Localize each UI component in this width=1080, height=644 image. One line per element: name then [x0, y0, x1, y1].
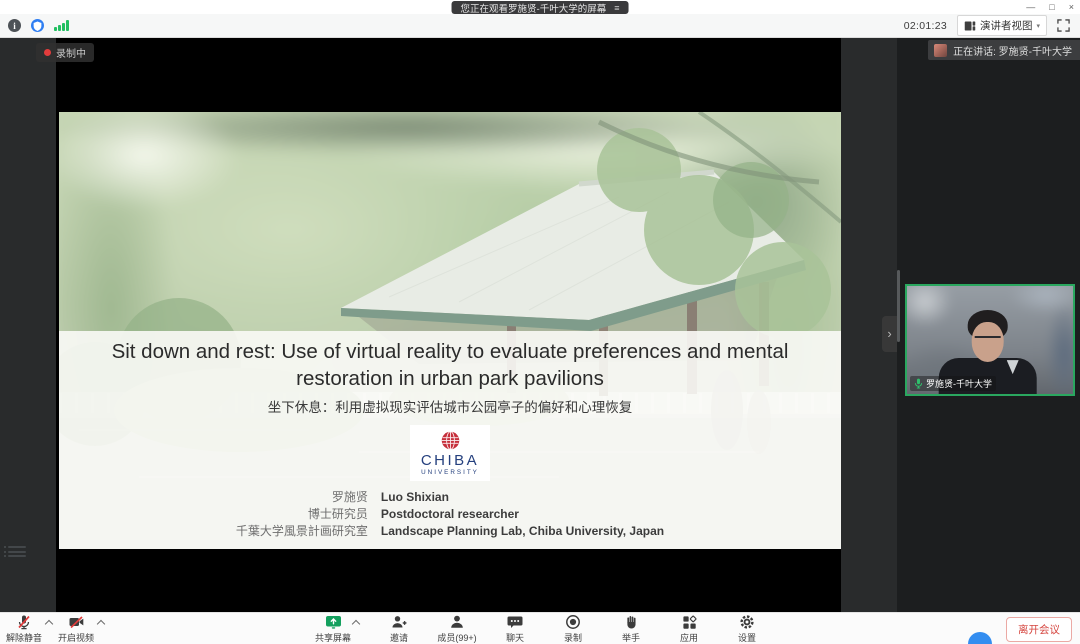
topbar-right: 02:01:23 演讲者视图 ▾	[904, 15, 1080, 36]
meeting-info-icon[interactable]: i	[8, 19, 21, 32]
watching-notice-pill[interactable]: 您正在观看罗施贤-千叶大学的屏幕 ≡	[452, 1, 629, 14]
invite-button[interactable]: 邀请	[379, 613, 419, 644]
view-mode-label: 演讲者视图	[980, 18, 1033, 33]
presenter-block: 罗施贤 博士研究员 千葉大学風景計画研究室 Luo Shixian Postdo…	[236, 489, 664, 540]
meeting-window: 您正在观看罗施贤-千叶大学的屏幕 ≡ — □ × i 02:01:23 演讲者视…	[0, 0, 1080, 644]
record-label: 录制	[564, 631, 582, 644]
window-controls: — □ ×	[1026, 0, 1074, 14]
presenter-lab-zh: 千葉大学風景計画研究室	[236, 523, 368, 540]
chevron-down-icon: ▾	[1036, 22, 1040, 30]
toolbar-center-group: 共享屏幕 邀请	[0, 613, 1080, 644]
maximize-button[interactable]: □	[1049, 0, 1054, 14]
settings-label: 设置	[738, 631, 756, 644]
share-screen-button[interactable]: 共享屏幕	[313, 613, 353, 644]
chat-icon	[507, 614, 523, 630]
presentation-slide: Sit down and rest: Use of virtual realit…	[59, 112, 841, 549]
chat-button[interactable]: 聊天	[495, 613, 535, 644]
close-button[interactable]: ×	[1069, 0, 1074, 14]
network-signal-icon[interactable]	[54, 20, 69, 31]
shared-screen: Sit down and rest: Use of virtual realit…	[56, 38, 841, 612]
meeting-topbar: i 02:01:23 演讲者视图 ▾	[0, 14, 1080, 38]
now-speaking-banner: 正在讲话: 罗施贤-千叶大学	[928, 40, 1080, 60]
now-speaking-label: 正在讲话: 罗施贤-千叶大学	[953, 43, 1072, 58]
slide-caption-panel: Sit down and rest: Use of virtual realit…	[59, 331, 841, 549]
presenter-name-en: Luo Shixian	[381, 489, 664, 506]
mic-active-icon	[914, 378, 923, 389]
recording-label: 录制中	[56, 45, 86, 60]
recording-indicator: 录制中	[36, 43, 94, 62]
record-icon	[565, 614, 581, 630]
apps-button[interactable]: 应用	[669, 613, 709, 644]
chiba-university-logo: CHIBA UNIVERSITY	[410, 425, 490, 481]
record-button[interactable]: 录制	[553, 613, 593, 644]
speaker-avatar	[934, 44, 947, 57]
members-label: 成员(99+)	[437, 631, 476, 644]
settings-gear-icon	[739, 614, 755, 630]
minimize-button[interactable]: —	[1026, 0, 1035, 14]
presenter-lab-en: Landscape Planning Lab, Chiba University…	[381, 523, 664, 540]
invite-icon	[391, 614, 407, 630]
logo-subname: UNIVERSITY	[421, 469, 479, 476]
recording-dot-icon	[44, 49, 51, 56]
toolbar-right-group: 离开会议	[1006, 613, 1072, 644]
presenter-name-zh: 罗施贤	[236, 489, 368, 506]
sidebar-scrollbar[interactable]	[897, 270, 900, 342]
apps-label: 应用	[680, 631, 698, 644]
share-screen-icon	[325, 614, 342, 630]
participant-name-label: 罗施贤-千叶大学	[910, 376, 996, 391]
annotation-list-icon[interactable]	[4, 546, 26, 557]
topbar-left: i	[0, 19, 69, 32]
leave-meeting-button[interactable]: 离开会议	[1006, 617, 1072, 642]
raise-hand-button[interactable]: 举手	[611, 613, 651, 644]
sidebar-collapse-button[interactable]: ›	[882, 316, 897, 352]
members-icon	[449, 614, 465, 630]
apps-icon	[682, 614, 697, 630]
raise-hand-icon	[624, 614, 639, 630]
person-glasses	[975, 336, 1001, 342]
invite-label: 邀请	[390, 631, 408, 644]
raise-hand-label: 举手	[622, 631, 640, 644]
participants-sidebar: 正在讲话: 罗施贤-千叶大学	[897, 38, 1080, 612]
presenter-en-column: Luo Shixian Postdoctoral researcher Land…	[381, 489, 664, 540]
layout-icon	[964, 20, 976, 32]
participant-name-text: 罗施贤-千叶大学	[926, 377, 992, 390]
slide-title: Sit down and rest: Use of virtual realit…	[102, 338, 798, 392]
presenter-zh-column: 罗施贤 博士研究员 千葉大学風景計画研究室	[236, 489, 368, 540]
slide-subtitle-zh: 坐下休息：利用虚拟现实评估城市公园亭子的偏好和心理恢复	[268, 396, 633, 416]
notice-menu-icon[interactable]: ≡	[614, 3, 619, 13]
watching-notice-text: 您正在观看罗施贤-千叶大学的屏幕	[461, 1, 607, 15]
members-button[interactable]: 成员(99+)	[437, 613, 477, 644]
share-options-chevron-icon[interactable]	[352, 620, 360, 628]
chat-label: 聊天	[506, 631, 524, 644]
presenter-role-en: Postdoctoral researcher	[381, 506, 664, 523]
security-shield-icon[interactable]	[31, 19, 44, 32]
main-area: Sit down and rest: Use of virtual realit…	[0, 38, 1080, 612]
globe-icon	[440, 430, 461, 451]
meeting-timer: 02:01:23	[904, 20, 947, 32]
logo-name: CHIBA	[421, 452, 479, 469]
participant-video-tile[interactable]: 罗施贤-千叶大学	[905, 284, 1075, 396]
fullscreen-icon[interactable]	[1057, 19, 1070, 32]
bottom-toolbar: 解除静音 开启视频	[0, 612, 1080, 644]
titlebar: 您正在观看罗施贤-千叶大学的屏幕 ≡ — □ ×	[0, 0, 1080, 14]
screen-share-stage: Sit down and rest: Use of virtual realit…	[0, 38, 897, 612]
share-screen-label: 共享屏幕	[315, 631, 351, 644]
presenter-role-zh: 博士研究员	[236, 506, 368, 523]
view-mode-button[interactable]: 演讲者视图 ▾	[957, 15, 1047, 36]
settings-button[interactable]: 设置	[727, 613, 767, 644]
person-face	[972, 322, 1004, 362]
